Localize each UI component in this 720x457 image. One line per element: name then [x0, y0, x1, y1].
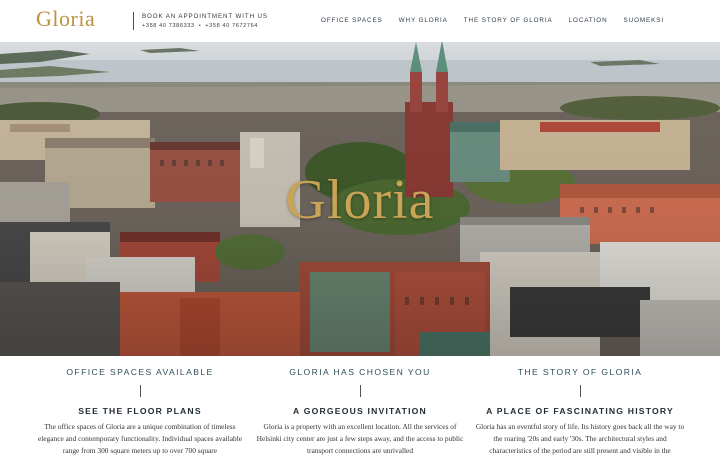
hero-banner: Gloria: [0, 42, 720, 356]
booking-title: BOOK AN APPOINTMENT WITH US: [142, 13, 268, 20]
column-heading[interactable]: OFFICE SPACES AVAILABLE: [25, 367, 255, 377]
column-gloria-chosen: GLORIA HAS CHOSEN YOU A GORGEOUS INVITAT…: [245, 356, 475, 457]
invitation-link[interactable]: A GORGEOUS INVITATION: [245, 406, 475, 416]
nav-story-of-gloria[interactable]: THE STORY OF GLORIA: [464, 17, 553, 24]
column-story: THE STORY OF GLORIA A PLACE OF FASCINATI…: [465, 356, 695, 457]
gloria-logo[interactable]: Gloria: [36, 6, 95, 32]
nav-office-spaces[interactable]: OFFICE SPACES: [321, 17, 383, 24]
nav-location[interactable]: LOCATION: [569, 17, 608, 24]
history-link[interactable]: A PLACE OF FASCINATING HISTORY: [465, 406, 695, 416]
column-divider: [359, 385, 361, 397]
column-body-text: Gloria is a property with an excellent l…: [256, 422, 464, 455]
column-heading[interactable]: THE STORY OF GLORIA: [465, 367, 695, 377]
column-office-spaces: OFFICE SPACES AVAILABLE SEE THE FLOOR PL…: [25, 356, 255, 457]
column-body-text: Gloria has an eventful story of life. It…: [475, 422, 685, 455]
site-header: Gloria BOOK AN APPOINTMENT WITH US +358 …: [0, 0, 720, 42]
phone-link-1[interactable]: +358 40 7386333: [142, 23, 195, 29]
hero-gloria-wordmark: Gloria: [285, 169, 435, 231]
nav-language-finnish[interactable]: SUOMEKSI: [624, 17, 664, 24]
column-body-text: The office spaces of Gloria are a unique…: [37, 422, 243, 455]
nav-why-gloria[interactable]: WHY GLORIA: [399, 17, 448, 24]
main-nav: OFFICE SPACES WHY GLORIA THE STORY OF GL…: [321, 17, 664, 24]
feature-columns: OFFICE SPACES AVAILABLE SEE THE FLOOR PL…: [0, 356, 720, 455]
booking-info: BOOK AN APPOINTMENT WITH US +358 40 7386…: [142, 13, 267, 29]
phone-link-2[interactable]: +358 40 7672764: [205, 23, 258, 29]
column-divider: [579, 385, 581, 397]
booking-phones: +358 40 7386333 • +358 40 7672764: [142, 23, 267, 29]
phone-separator: •: [198, 23, 202, 29]
floor-plans-link[interactable]: SEE THE FLOOR PLANS: [25, 406, 255, 416]
column-heading[interactable]: GLORIA HAS CHOSEN YOU: [245, 367, 475, 377]
column-divider: [139, 385, 141, 397]
header-divider: [133, 12, 134, 30]
